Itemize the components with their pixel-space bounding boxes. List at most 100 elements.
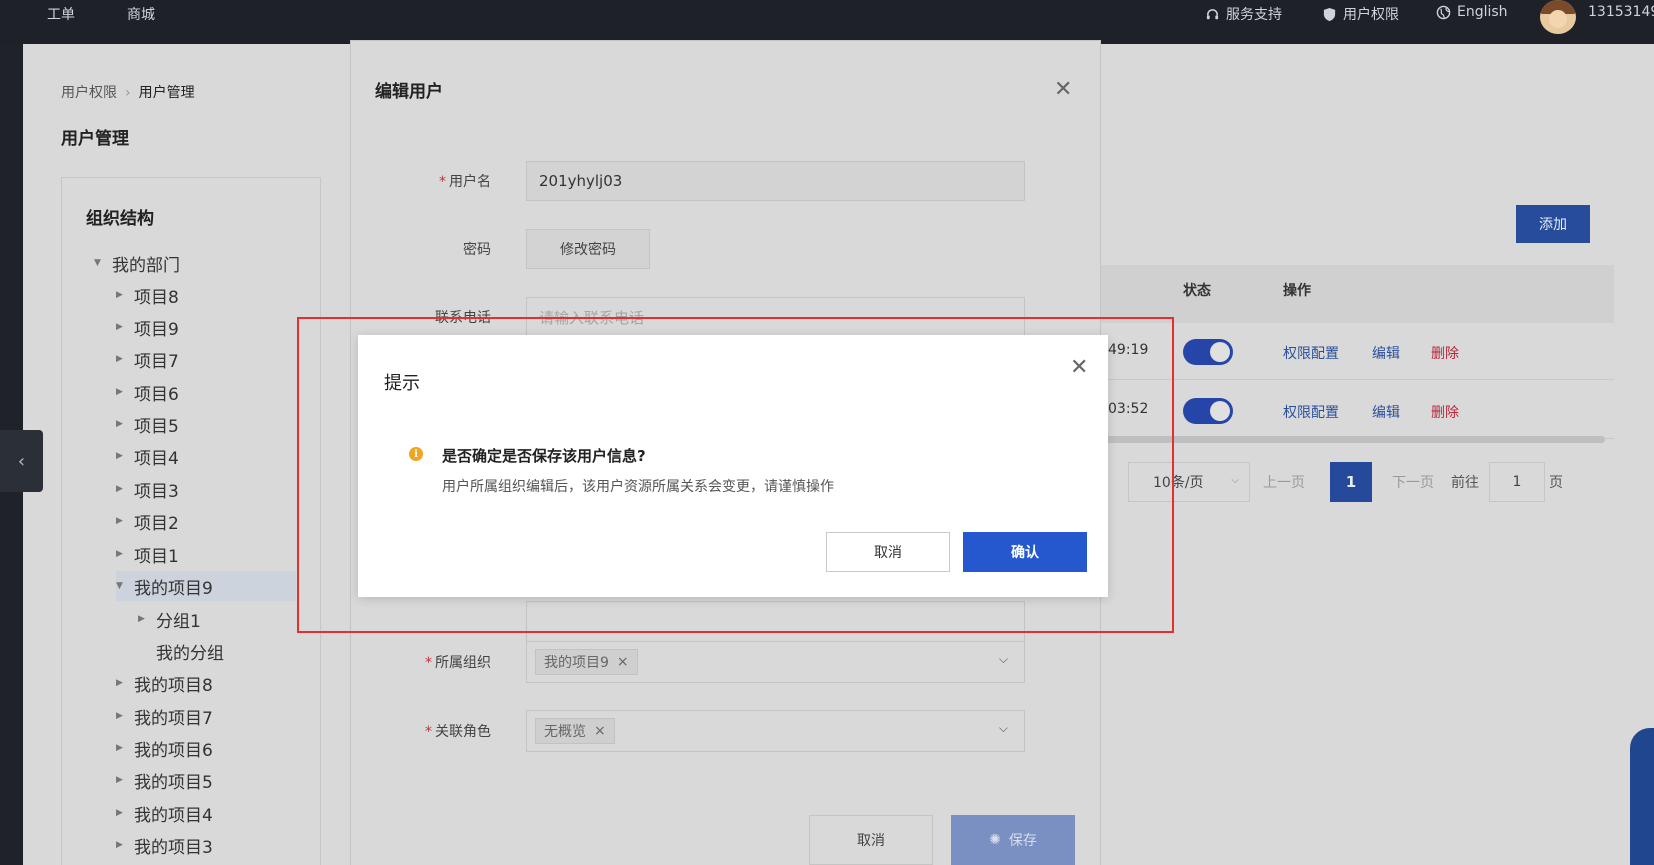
edit-link[interactable]: 编辑 — [1372, 343, 1400, 363]
table-header — [1100, 265, 1614, 323]
caret-right-icon[interactable]: ▶ — [116, 711, 126, 721]
close-icon[interactable]: ✕ — [1054, 77, 1072, 102]
table-scrollbar[interactable] — [1100, 436, 1605, 443]
tree-node-selected[interactable]: ▼ 我的项目9 — [116, 571, 296, 601]
chevron-down-icon: ⌵ — [998, 652, 1008, 666]
chevron-down-icon: ⌵ — [1231, 475, 1239, 486]
tree-node-label: 项目3 — [134, 481, 179, 502]
change-password-button[interactable]: 修改密码 — [526, 229, 650, 269]
role-label: * 关联角色 — [425, 724, 491, 740]
caret-right-icon[interactable]: ▶ — [116, 290, 126, 300]
tree-node[interactable]: ▶ 项目8 — [116, 280, 179, 310]
tree-node[interactable]: ▶ 项目3 — [116, 474, 179, 504]
perm-config-link[interactable]: 权限配置 — [1283, 402, 1339, 422]
confirm-button[interactable]: 确认 — [963, 532, 1087, 572]
support-label: 服务支持 — [1226, 7, 1282, 23]
language-label: English — [1457, 4, 1508, 20]
account-label[interactable]: 13153149 — [1588, 4, 1654, 20]
sidebar-collapse-button[interactable]: ‹ — [0, 430, 43, 492]
edit-cancel-button[interactable]: 取消 — [809, 815, 933, 865]
tree-node[interactable]: ▶ 我的项目8 — [116, 668, 213, 698]
tree-node[interactable]: ▶ 项目6 — [116, 377, 179, 407]
breadcrumb: 用户权限 › 用户管理 — [61, 82, 195, 102]
caret-right-icon[interactable]: ▶ — [116, 451, 126, 461]
caret-right-icon[interactable]: ▶ — [116, 484, 126, 494]
tree-node[interactable]: 我的分组 — [156, 636, 224, 666]
shield-icon — [1323, 7, 1336, 21]
tree-node[interactable]: ▶ 我的项目5 — [116, 765, 213, 795]
tree-node[interactable]: ▶ 分组1 — [138, 604, 201, 634]
caret-right-icon[interactable]: ▶ — [116, 808, 126, 818]
caret-right-icon[interactable]: ▶ — [116, 322, 126, 332]
nav-store[interactable]: 商城 — [127, 4, 155, 24]
tree-node[interactable]: ▶ 项目2 — [116, 506, 179, 536]
tree-node[interactable]: ▶ 项目7 — [116, 344, 179, 374]
role-select[interactable]: 无概览 × ⌵ — [526, 710, 1025, 752]
confirm-dialog: 提示 ✕ i 是否确定是否保存该用户信息? 用户所属组织编辑后，该用户资源所属关… — [358, 335, 1108, 597]
caret-right-icon[interactable]: ▶ — [116, 387, 126, 397]
page-number-current[interactable]: 1 — [1330, 462, 1372, 502]
org-tag: 我的项目9 × — [535, 649, 638, 675]
caret-right-icon[interactable]: ▶ — [116, 516, 126, 526]
delete-link[interactable]: 删除 — [1431, 402, 1459, 422]
tree-node[interactable]: ▶ 项目1 — [116, 539, 179, 569]
goto-label: 前往 — [1451, 475, 1479, 491]
status-toggle[interactable] — [1183, 398, 1233, 424]
tree-node[interactable]: ▶ 我的项目7 — [116, 701, 213, 731]
tree-node[interactable]: ▼ 我的部门 — [94, 248, 180, 278]
help-widget[interactable] — [1630, 728, 1654, 865]
caret-down-icon[interactable]: ▼ — [94, 258, 104, 268]
tree-node-label: 我的分组 — [156, 643, 224, 664]
delete-link[interactable]: 删除 — [1431, 343, 1459, 363]
tree-node[interactable]: ▶ 项目9 — [116, 312, 179, 342]
tree-node-label: 我的项目4 — [134, 805, 213, 826]
tree-node[interactable]: ▶ 项目5 — [116, 409, 179, 439]
username-input[interactable]: 201yhylj03 — [526, 161, 1025, 201]
tree-node-label: 项目5 — [134, 416, 179, 437]
breadcrumb-parent[interactable]: 用户权限 — [61, 85, 117, 101]
warning-icon: i — [409, 447, 423, 461]
caret-right-icon[interactable]: ▶ — [116, 354, 126, 364]
org-select[interactable]: 我的项目9 × ⌵ — [526, 641, 1025, 683]
tree-node[interactable]: ▶ 我的项目6 — [116, 733, 213, 763]
password-label: 密码 — [463, 242, 491, 258]
permissions-link[interactable]: 用户权限 — [1322, 4, 1399, 24]
language-switch[interactable]: English — [1436, 4, 1508, 20]
caret-right-icon[interactable]: ▶ — [116, 743, 126, 753]
caret-right-icon[interactable]: ▶ — [116, 549, 126, 559]
nav-workorder[interactable]: 工单 — [47, 4, 75, 24]
tree-node-label: 我的项目3 — [134, 837, 213, 858]
tree-node[interactable]: ▶ 项目4 — [116, 441, 179, 471]
tree-node-label: 我的项目8 — [134, 675, 213, 696]
status-toggle[interactable] — [1183, 339, 1233, 365]
close-icon[interactable]: × — [594, 723, 606, 739]
tree-node-label: 项目6 — [134, 384, 179, 405]
tree-node[interactable]: ▶ 我的项目3 — [116, 830, 213, 860]
caret-right-icon[interactable]: ▶ — [116, 840, 126, 850]
tree-node-label: 我的部门 — [112, 255, 180, 276]
perm-config-link[interactable]: 权限配置 — [1283, 343, 1339, 363]
edit-save-button[interactable]: ✺ 保存 — [951, 815, 1075, 865]
cancel-button[interactable]: 取消 — [826, 532, 950, 572]
edit-link[interactable]: 编辑 — [1372, 402, 1400, 422]
tree-node[interactable]: ▶ 我的项目4 — [116, 798, 213, 828]
caret-right-icon[interactable]: ▶ — [138, 614, 148, 624]
close-icon[interactable]: ✕ — [1070, 355, 1088, 380]
caret-right-icon[interactable]: ▶ — [116, 678, 126, 688]
caret-down-icon[interactable]: ▼ — [116, 581, 126, 591]
avatar[interactable] — [1540, 0, 1576, 34]
close-icon[interactable]: × — [617, 654, 629, 670]
support-link[interactable]: 服务支持 — [1205, 4, 1282, 24]
org-tree-title: 组织结构 — [86, 209, 154, 229]
tree-node-label: 我的项目6 — [134, 740, 213, 761]
goto-page-input[interactable]: 1 — [1489, 462, 1545, 502]
add-user-button[interactable]: 添加 — [1516, 205, 1590, 243]
next-page-button[interactable]: 下一页 — [1392, 462, 1434, 502]
col-actions: 操作 — [1283, 283, 1311, 299]
caret-right-icon[interactable]: ▶ — [116, 775, 126, 785]
username-label: * 用户名 — [439, 174, 491, 190]
prev-page-button[interactable]: 上一页 — [1263, 462, 1305, 502]
table-row — [1100, 381, 1614, 439]
chevron-left-icon: ‹ — [17, 450, 26, 472]
caret-right-icon[interactable]: ▶ — [116, 419, 126, 429]
